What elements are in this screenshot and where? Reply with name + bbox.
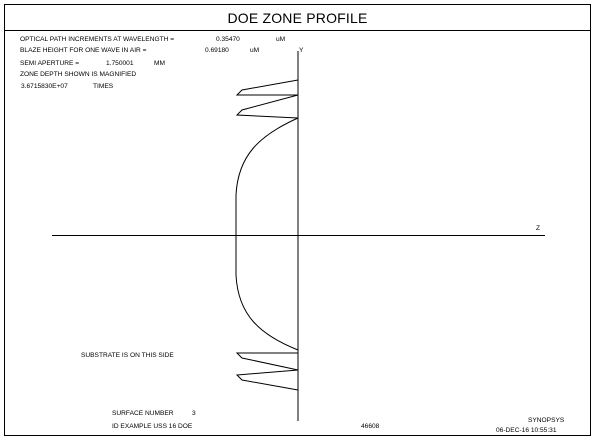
lower-zone-sawtooth-2 — [235, 369, 299, 391]
zone-profile-plot — [52, 51, 545, 421]
central-zone-curve — [235, 117, 299, 351]
upper-zone-sawtooth-2 — [235, 94, 299, 119]
lower-zone-sawtooth-1 — [235, 352, 299, 371]
upper-zone-sawtooth-1 — [235, 79, 299, 96]
